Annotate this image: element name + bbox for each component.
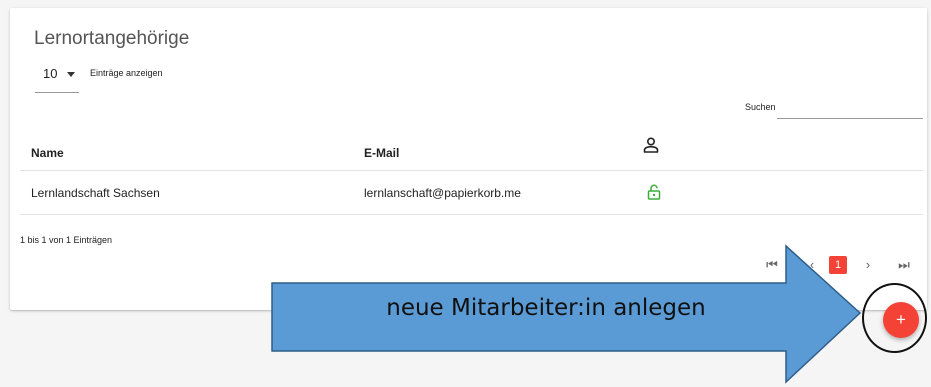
next-page-button[interactable]: ›	[860, 256, 876, 274]
highlight-circle	[862, 283, 927, 353]
card-title: Lernortangehörige	[34, 28, 190, 49]
entries-per-page-value: 10	[43, 66, 58, 81]
search-input[interactable]	[777, 96, 923, 119]
first-page-button[interactable]: ⏮	[764, 256, 780, 274]
table-card: Lernortangehörige 10 Einträge anzeigen S…	[10, 8, 927, 310]
entries-per-page-select[interactable]: 10	[35, 64, 79, 93]
last-page-button[interactable]: ⏭	[896, 256, 912, 274]
entries-per-page-label: Einträge anzeigen	[90, 68, 163, 78]
column-header-name[interactable]: Name	[31, 146, 64, 160]
cell-name: Lernlandschaft Sachsen	[31, 186, 160, 200]
cell-email: lernlanschaft@papierkorb.me	[364, 186, 521, 200]
header-divider	[20, 170, 923, 171]
table-info: 1 bis 1 von 1 Einträgen	[20, 235, 113, 245]
unlock-icon[interactable]	[647, 184, 661, 200]
callout-text: neue Mitarbeiter:in anlegen	[386, 295, 706, 321]
prev-page-button[interactable]: ‹	[804, 256, 820, 274]
row-divider	[20, 214, 923, 215]
caret-down-icon	[67, 72, 75, 77]
person-outline-icon[interactable]	[642, 136, 660, 154]
page-1-button[interactable]: 1	[829, 256, 847, 274]
column-header-email[interactable]: E-Mail	[364, 146, 399, 160]
search-label: Suchen	[745, 102, 776, 112]
